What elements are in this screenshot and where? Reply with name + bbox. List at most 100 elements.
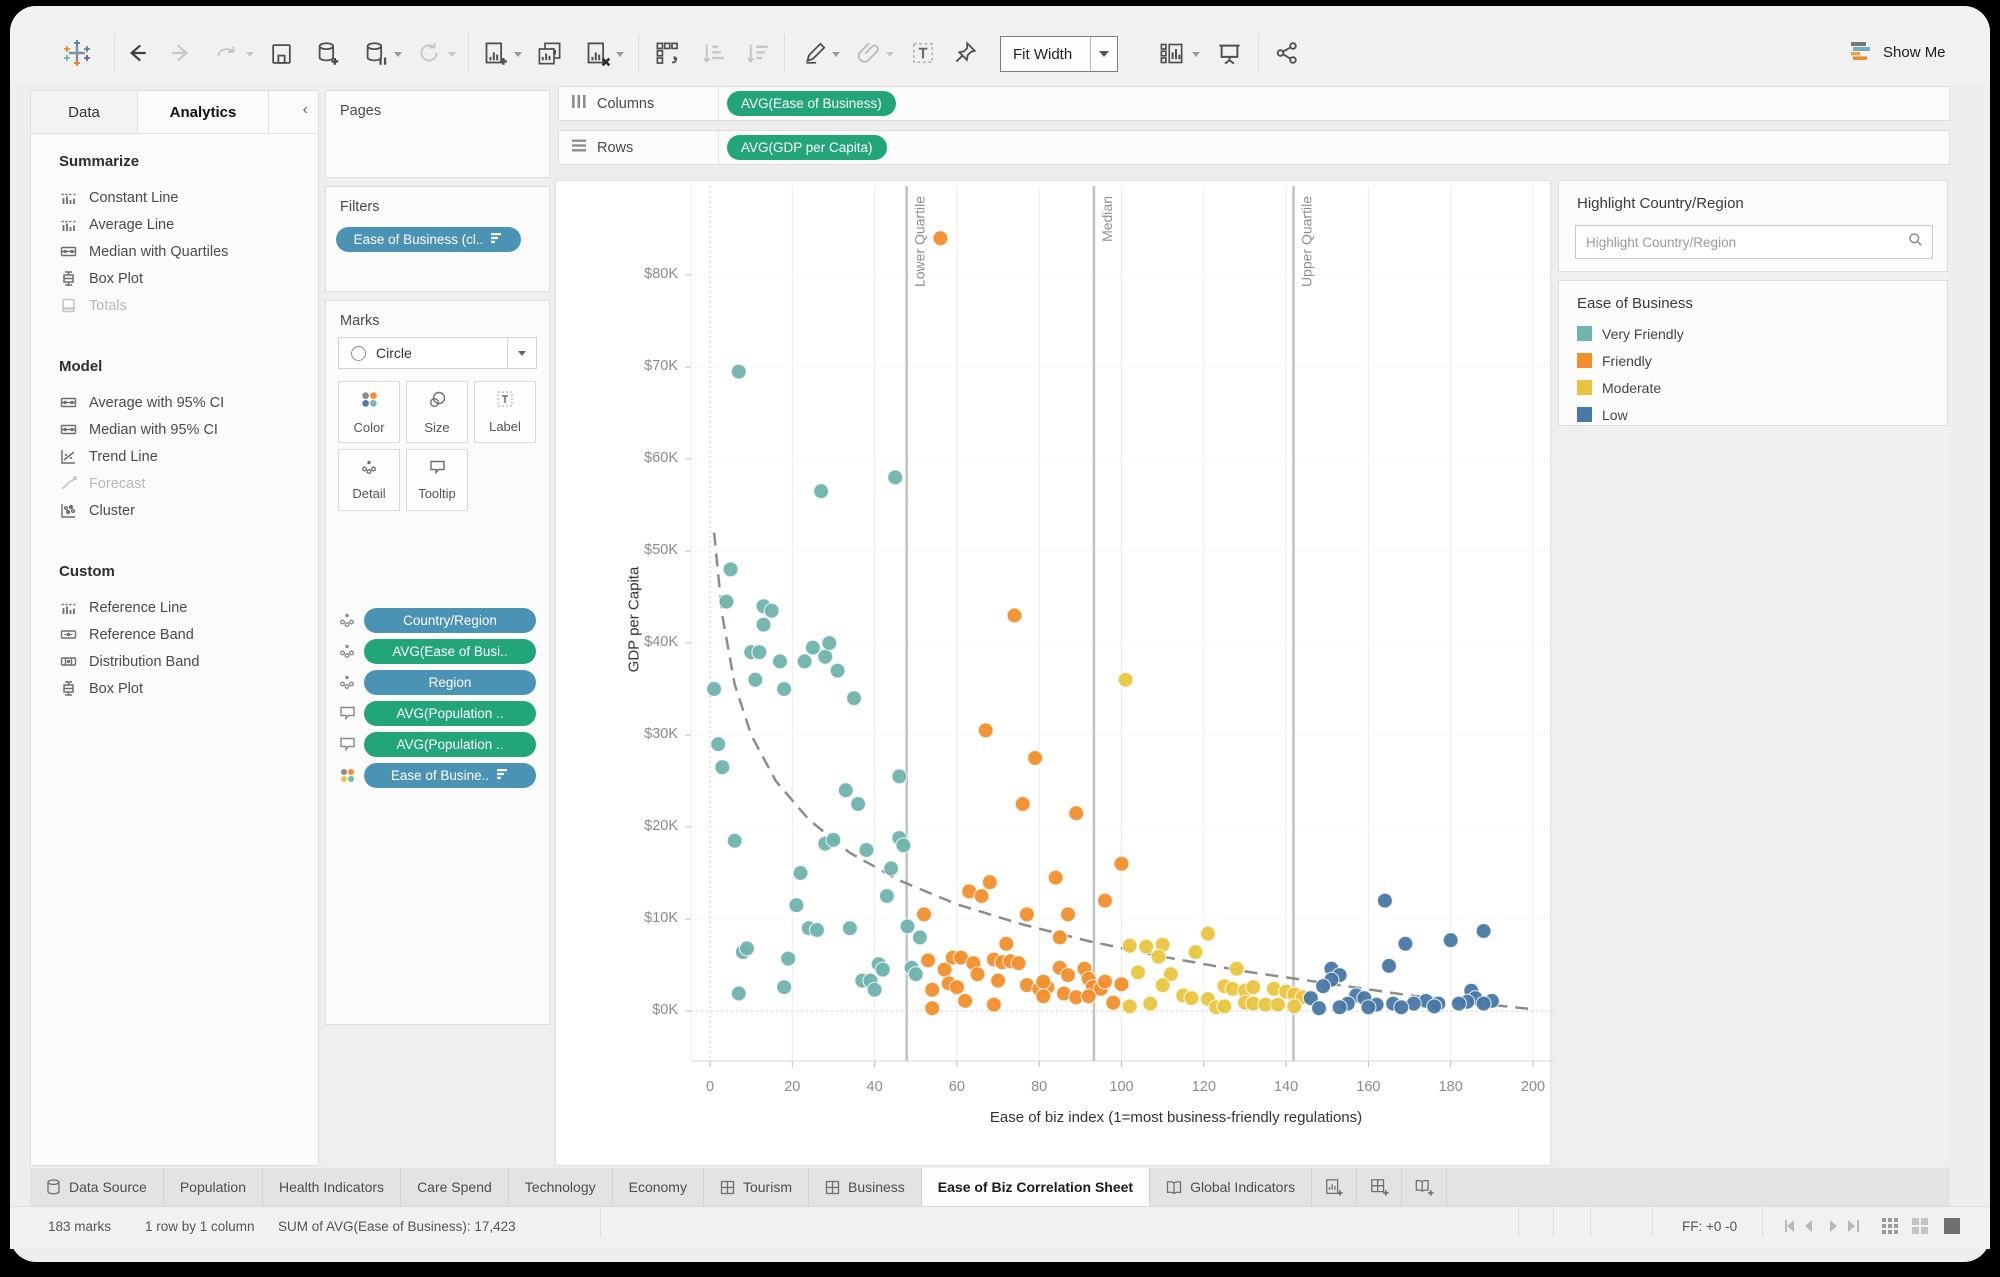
- mark-low[interactable]: [1314, 978, 1332, 995]
- analytics-item-reference-line[interactable]: Reference Line: [31, 594, 318, 621]
- page-navigation[interactable]: [1778, 1217, 1868, 1238]
- mark-very-friendly[interactable]: [891, 768, 908, 785]
- duplicate-sheet-icon[interactable]: [534, 38, 564, 68]
- mark-very-friendly[interactable]: [813, 483, 830, 500]
- mark-very-friendly[interactable]: [775, 978, 793, 996]
- mark-moderate[interactable]: [1117, 671, 1134, 688]
- columns-shelf[interactable]: Columns AVG(Ease of Business): [558, 86, 1950, 121]
- mark-friendly[interactable]: [957, 992, 974, 1010]
- mark-very-friendly[interactable]: [841, 920, 858, 937]
- mark-very-friendly[interactable]: [726, 832, 743, 849]
- mark-very-friendly[interactable]: [788, 897, 805, 914]
- new-story-button[interactable]: [1402, 1168, 1448, 1206]
- mark-low[interactable]: [1442, 932, 1459, 949]
- highlight-search-input[interactable]: Highlight Country/Region: [1575, 225, 1933, 259]
- sheet-tab-health-indicators[interactable]: Health Indicators: [263, 1168, 402, 1206]
- mark-very-friendly[interactable]: [751, 644, 768, 661]
- mark-very-friendly[interactable]: [747, 671, 764, 688]
- mark-friendly[interactable]: [990, 972, 1007, 989]
- mark-very-friendly[interactable]: [866, 981, 883, 998]
- marks-pill[interactable]: AVG(Population ..: [364, 731, 536, 757]
- mark-very-friendly[interactable]: [883, 860, 900, 877]
- mark-friendly[interactable]: [924, 981, 941, 998]
- collapse-pane-icon[interactable]: ‹: [303, 101, 308, 119]
- analytics-item-box-plot[interactable]: Box Plot: [31, 265, 318, 292]
- mark-friendly[interactable]: [1018, 906, 1035, 923]
- mark-friendly[interactable]: [1051, 929, 1068, 946]
- marks-button-label[interactable]: Label: [474, 381, 536, 443]
- plot-area[interactable]: Lower Quartile Median Upper Quartile: [683, 186, 1555, 1076]
- analytics-item-average-with-95-ci[interactable]: Average with 95% CI: [31, 389, 318, 416]
- mark-friendly[interactable]: [1027, 749, 1044, 767]
- fit-selector-caret-icon[interactable]: [1090, 37, 1117, 71]
- group-caret-icon[interactable]: [886, 52, 894, 57]
- mark-low[interactable]: [1380, 957, 1398, 975]
- highlight-caret-icon[interactable]: [832, 52, 840, 57]
- mark-very-friendly[interactable]: [808, 921, 826, 939]
- mark-friendly[interactable]: [1068, 805, 1085, 822]
- sort-ascending-icon[interactable]: [698, 38, 728, 68]
- mark-friendly[interactable]: [969, 966, 986, 983]
- mark-very-friendly[interactable]: [714, 759, 731, 776]
- mark-low[interactable]: [1475, 922, 1492, 940]
- presentation-mode-icon[interactable]: [1214, 38, 1244, 68]
- mark-friendly[interactable]: [1047, 869, 1064, 886]
- mark-very-friendly[interactable]: [817, 648, 834, 665]
- mark-very-friendly[interactable]: [780, 950, 797, 967]
- mark-low[interactable]: [1450, 995, 1468, 1012]
- mark-very-friendly[interactable]: [763, 602, 780, 619]
- mark-friendly[interactable]: [1059, 966, 1077, 984]
- mark-moderate[interactable]: [1150, 948, 1167, 965]
- mark-very-friendly[interactable]: [706, 680, 723, 698]
- new-worksheet-icon[interactable]: [480, 38, 510, 68]
- mark-very-friendly[interactable]: [792, 864, 809, 882]
- analytics-item-median-with-quartiles[interactable]: Median with Quartiles: [31, 238, 318, 265]
- mark-friendly[interactable]: [1014, 795, 1031, 813]
- mark-very-friendly[interactable]: [878, 887, 895, 905]
- mark-friendly[interactable]: [1059, 906, 1077, 923]
- group-members-icon[interactable]: [854, 38, 884, 68]
- mark-low[interactable]: [1360, 999, 1377, 1016]
- mark-friendly[interactable]: [1113, 976, 1130, 993]
- mark-very-friendly[interactable]: [858, 841, 875, 859]
- legend-item-very-friendly[interactable]: Very Friendly: [1559, 320, 1947, 347]
- rows-shelf[interactable]: Rows AVG(GDP per Capita): [558, 130, 1950, 165]
- new-worksheet-button[interactable]: [1312, 1168, 1358, 1206]
- mark-very-friendly[interactable]: [907, 966, 924, 983]
- mark-friendly[interactable]: [1035, 973, 1052, 990]
- marks-pill[interactable]: AVG(Population ..: [364, 700, 536, 726]
- marks-button-detail[interactable]: Detail: [338, 449, 400, 511]
- mark-moderate[interactable]: [1121, 998, 1138, 1015]
- mark-moderate[interactable]: [1187, 943, 1204, 961]
- mark-friendly[interactable]: [1096, 973, 1114, 990]
- sheet-tab-data-source[interactable]: Data Source: [30, 1168, 164, 1206]
- mark-low[interactable]: [1310, 1000, 1328, 1017]
- mark-friendly[interactable]: [924, 1000, 941, 1017]
- sheet-tab-care-spend[interactable]: Care Spend: [401, 1168, 509, 1206]
- rows-pill[interactable]: AVG(GDP per Capita): [727, 135, 887, 160]
- show-me-button[interactable]: Show Me: [1848, 38, 1946, 66]
- analytics-item-reference-band[interactable]: Reference Band: [31, 621, 318, 648]
- mark-type-dropdown[interactable]: Circle: [338, 337, 537, 369]
- highlight-pen-icon[interactable]: [800, 38, 830, 68]
- mark-very-friendly[interactable]: [730, 363, 747, 380]
- marks-button-tooltip[interactable]: Tooltip: [406, 449, 468, 511]
- mark-moderate[interactable]: [1269, 996, 1287, 1013]
- mark-low[interactable]: [1397, 935, 1414, 952]
- mark-friendly[interactable]: [1010, 955, 1027, 972]
- mark-moderate[interactable]: [1121, 937, 1138, 954]
- mark-very-friendly[interactable]: [738, 940, 756, 957]
- columns-pill[interactable]: AVG(Ease of Business): [727, 91, 896, 116]
- replay-icon[interactable]: [212, 38, 242, 68]
- marks-button-color[interactable]: Color: [338, 381, 400, 443]
- run-update-caret-icon[interactable]: [448, 52, 456, 57]
- mark-very-friendly[interactable]: [845, 690, 863, 707]
- mark-moderate[interactable]: [1154, 977, 1171, 994]
- sort-descending-icon[interactable]: [742, 38, 772, 68]
- search-icon[interactable]: [1908, 232, 1932, 252]
- mark-low[interactable]: [1475, 995, 1492, 1012]
- mark-very-friendly[interactable]: [895, 837, 912, 854]
- analytics-item-average-line[interactable]: Average Line: [31, 211, 318, 238]
- analytics-item-box-plot[interactable]: Box Plot: [31, 675, 318, 702]
- analytics-item-constant-line[interactable]: Constant Line: [31, 184, 318, 211]
